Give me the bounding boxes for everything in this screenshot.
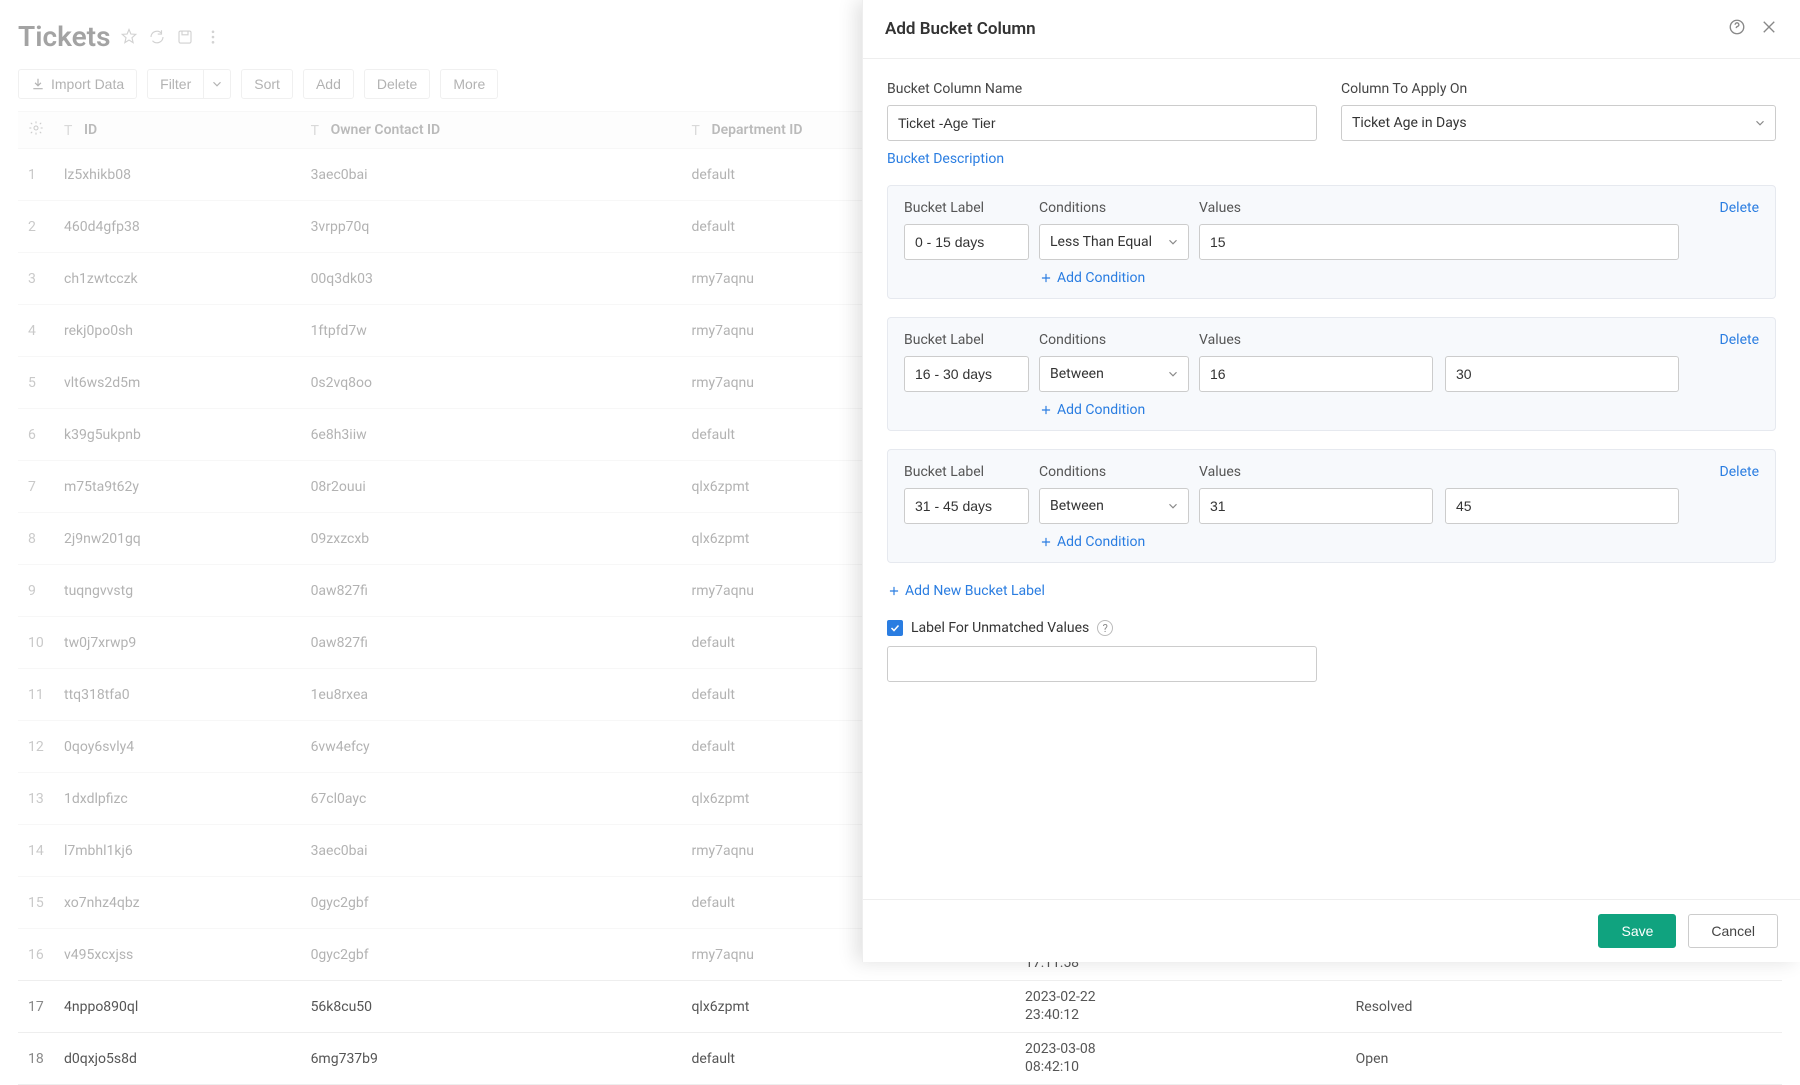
table-row[interactable]: 17 4nppo890ql 56k8cu50 qlx6zpmt 2023-02-… — [18, 981, 1782, 1033]
condition-select[interactable]: Less Than Equal — [1039, 224, 1189, 260]
bucket-label-header: Bucket Label — [904, 464, 1029, 480]
bucket-value-to-input[interactable] — [1445, 356, 1679, 392]
save-button[interactable]: Save — [1598, 914, 1676, 948]
unmatched-checkbox[interactable] — [887, 620, 903, 636]
bucket-value-from-input[interactable] — [1199, 356, 1433, 392]
condition-value: Less Than Equal — [1050, 234, 1152, 250]
bucket-value-to-input[interactable] — [1445, 488, 1679, 524]
cell-id: d0qxjo5s8d — [54, 1033, 301, 1085]
modal-header: Add Bucket Column — [863, 0, 1800, 59]
cancel-button[interactable]: Cancel — [1688, 914, 1778, 948]
values-header: Values — [1199, 200, 1679, 216]
cell-date: 2023-02-2223:40:12 — [1015, 981, 1346, 1033]
add-bucket-column-panel: Add Bucket Column Bucket Column Name Buc… — [862, 0, 1800, 962]
modal-title: Add Bucket Column — [885, 19, 1036, 39]
condition-value: Between — [1050, 498, 1104, 514]
bucket-card: Bucket Label Conditions Values Delete Le… — [887, 185, 1776, 299]
conditions-header: Conditions — [1039, 200, 1189, 216]
add-condition-text: Add Condition — [1057, 270, 1145, 286]
condition-select[interactable]: Between — [1039, 488, 1189, 524]
bucket-value-from-input[interactable] — [1199, 488, 1433, 524]
cell-dept: default — [681, 1033, 1014, 1085]
bucket-label-header: Bucket Label — [904, 332, 1029, 348]
condition-select[interactable]: Between — [1039, 356, 1189, 392]
add-condition-link[interactable]: Add Condition — [1039, 402, 1145, 418]
delete-bucket-link[interactable]: Delete — [1689, 464, 1759, 480]
apply-on-label: Column To Apply On — [1341, 81, 1776, 97]
conditions-header: Conditions — [1039, 464, 1189, 480]
bucket-label-header: Bucket Label — [904, 200, 1029, 216]
modal-footer: Save Cancel — [863, 899, 1800, 962]
cell-owner: 6mg737b9 — [301, 1033, 682, 1085]
add-condition-link[interactable]: Add Condition — [1039, 270, 1145, 286]
table-row[interactable]: 18 d0qxjo5s8d 6mg737b9 default 2023-03-0… — [18, 1033, 1782, 1085]
cell-status: Resolved — [1346, 981, 1659, 1033]
delete-bucket-link[interactable]: Delete — [1689, 332, 1759, 348]
conditions-header: Conditions — [1039, 332, 1189, 348]
bucket-label-input[interactable] — [904, 488, 1029, 524]
bucket-label-input[interactable] — [904, 356, 1029, 392]
add-condition-text: Add Condition — [1057, 402, 1145, 418]
values-wrap — [1199, 488, 1679, 524]
bucket-value-input[interactable] — [1199, 224, 1679, 260]
help-icon[interactable] — [1728, 18, 1746, 40]
row-number: 17 — [18, 981, 54, 1033]
unmatched-label: Label For Unmatched Values — [911, 620, 1089, 636]
bucket-label-input[interactable] — [904, 224, 1029, 260]
bucket-card: Bucket Label Conditions Values Delete Be… — [887, 317, 1776, 431]
add-condition-text: Add Condition — [1057, 534, 1145, 550]
values-wrap — [1199, 224, 1679, 260]
condition-value: Between — [1050, 366, 1104, 382]
unmatched-value-input[interactable] — [887, 646, 1317, 682]
bucket-name-label: Bucket Column Name — [887, 81, 1317, 97]
values-wrap — [1199, 356, 1679, 392]
close-icon[interactable] — [1760, 18, 1778, 40]
modal-body: Bucket Column Name Bucket Description Co… — [863, 59, 1800, 899]
apply-on-select[interactable]: Ticket Age in Days — [1341, 105, 1776, 141]
cell-date: 2023-03-0808:42:10 — [1015, 1033, 1346, 1085]
apply-on-value: Ticket Age in Days — [1352, 115, 1467, 131]
unmatched-help-icon[interactable]: ? — [1097, 620, 1113, 636]
cell-owner: 56k8cu50 — [301, 981, 682, 1033]
add-condition-link[interactable]: Add Condition — [1039, 534, 1145, 550]
delete-bucket-link[interactable]: Delete — [1689, 200, 1759, 216]
add-new-bucket-label-link[interactable]: Add New Bucket Label — [887, 583, 1045, 599]
cell-extra — [1659, 981, 1782, 1033]
cancel-label: Cancel — [1711, 923, 1755, 939]
cell-extra — [1659, 1033, 1782, 1085]
add-new-bucket-label-text: Add New Bucket Label — [905, 583, 1045, 599]
cell-id: 4nppo890ql — [54, 981, 301, 1033]
cell-dept: qlx6zpmt — [681, 981, 1014, 1033]
bucket-card: Bucket Label Conditions Values Delete Be… — [887, 449, 1776, 563]
bucket-name-input[interactable] — [887, 105, 1317, 141]
bucket-description-link[interactable]: Bucket Description — [887, 151, 1317, 167]
row-number: 18 — [18, 1033, 54, 1085]
save-label: Save — [1621, 923, 1653, 939]
values-header: Values — [1199, 332, 1679, 348]
cell-status: Open — [1346, 1033, 1659, 1085]
values-header: Values — [1199, 464, 1679, 480]
